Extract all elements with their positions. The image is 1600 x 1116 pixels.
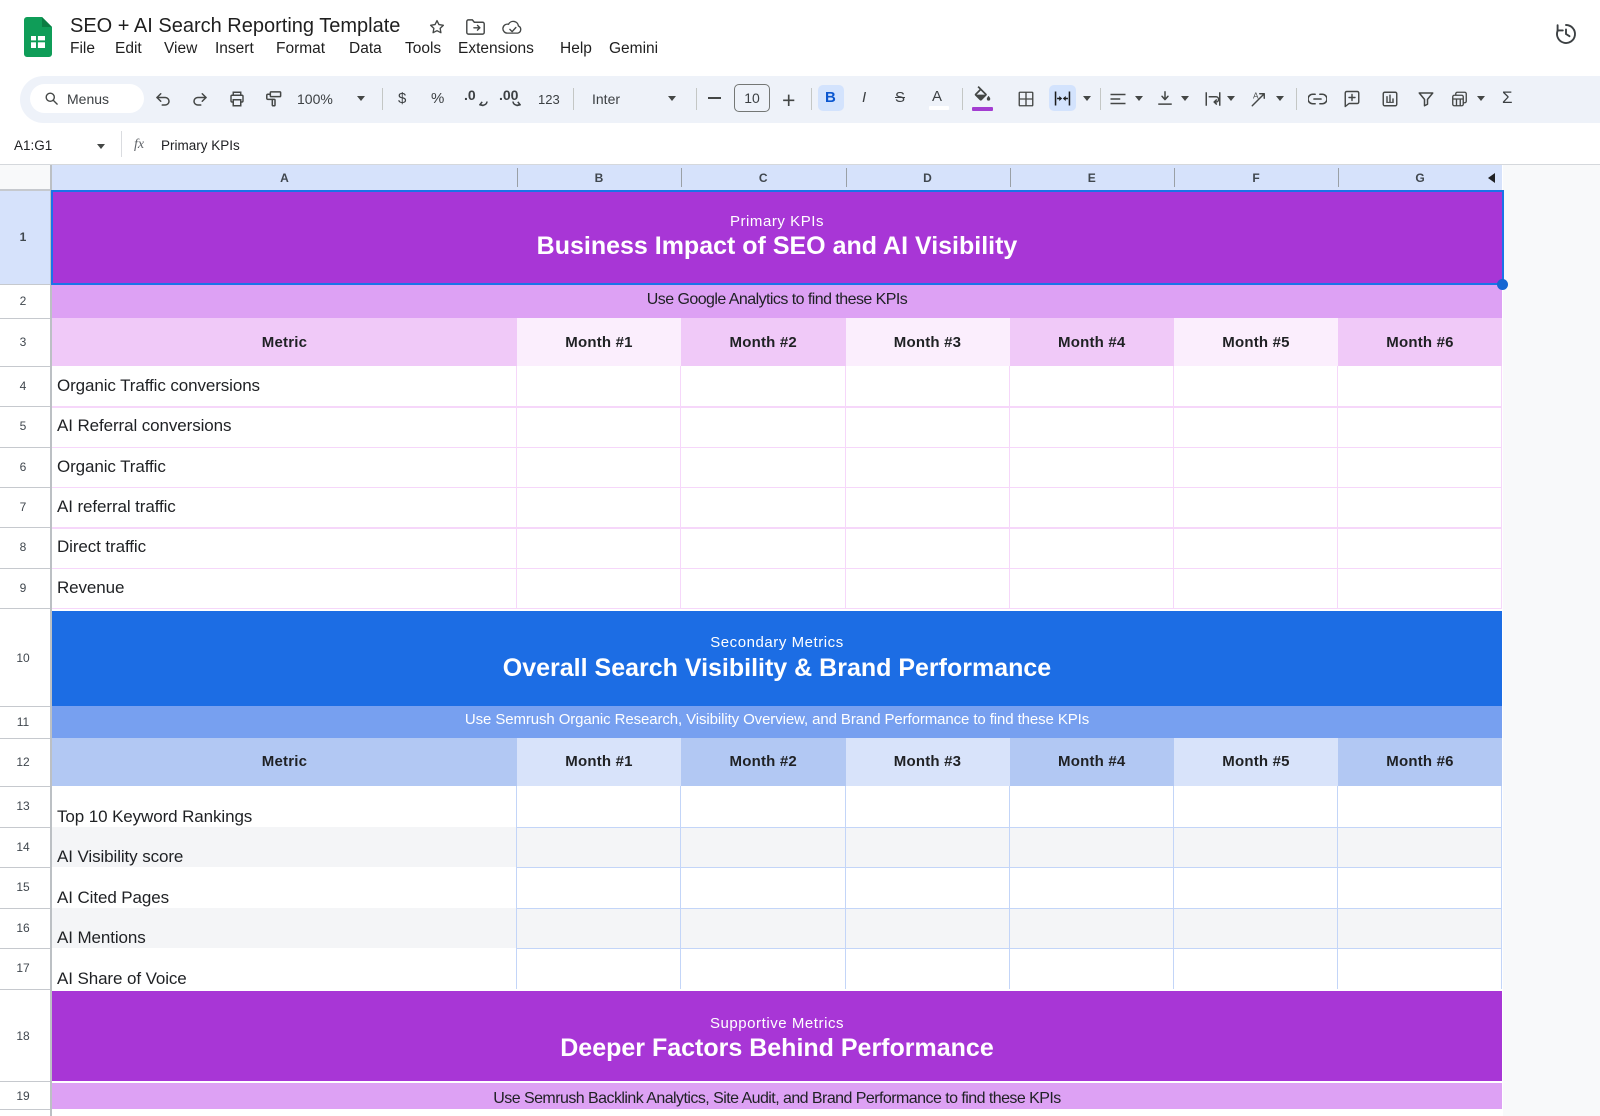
svg-text:A: A — [1253, 91, 1259, 100]
